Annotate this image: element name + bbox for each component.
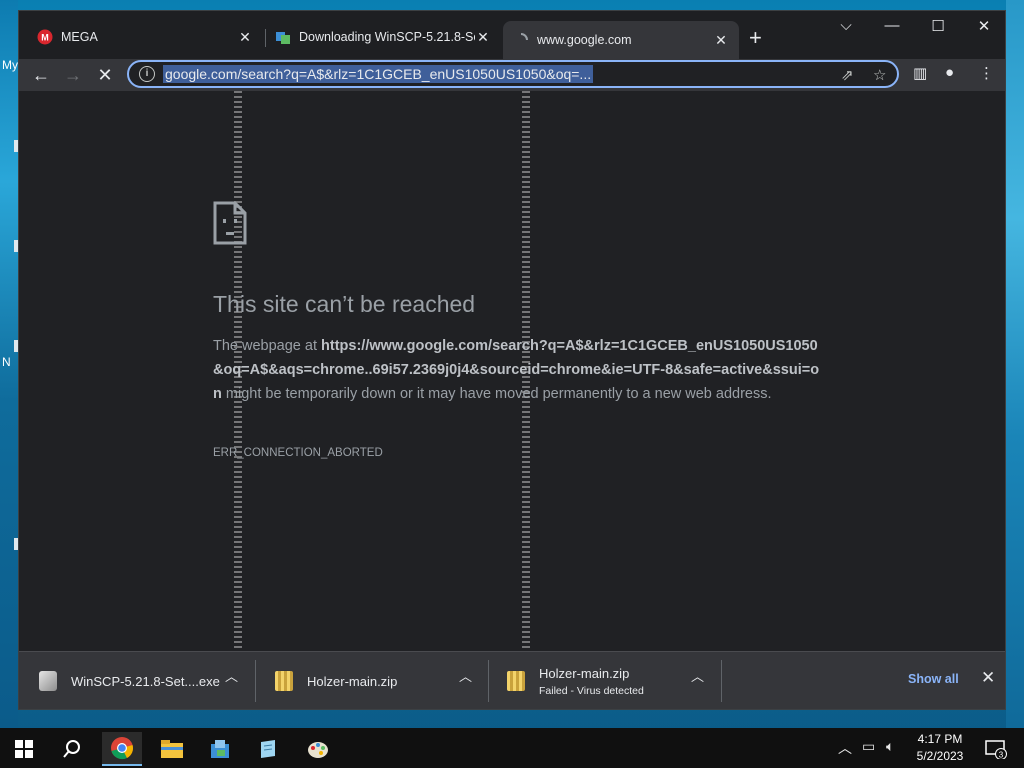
site-info-icon[interactable]: i	[139, 66, 155, 82]
download-shelf: WinSCP-5.21.8-Set....exe ︿ Holzer-main.z…	[19, 651, 1005, 709]
installer-icon	[39, 671, 57, 691]
show-all-button[interactable]: Show all	[908, 672, 959, 686]
download-filename: Holzer-main.zip	[307, 673, 398, 689]
desktop-icon-label[interactable]: N	[2, 355, 11, 369]
mega-logo-icon: M	[37, 29, 53, 45]
file-explorer-icon[interactable]	[152, 732, 192, 766]
browser-window: M MEGA ✕ Downloading WinSCP-5.21.8-Setup…	[18, 10, 1006, 710]
notification-count: 3	[999, 751, 1004, 760]
loading-icon	[513, 32, 529, 48]
url-text[interactable]: google.com/search?q=A$&rlz=1C1GCEB_enUS1…	[163, 65, 594, 83]
forward-arrow-icon[interactable]: →	[61, 63, 85, 87]
windows-start-icon[interactable]	[4, 732, 44, 766]
minimize-icon[interactable]: —	[877, 17, 907, 34]
download-filename: Holzer-main.zip	[539, 665, 630, 681]
installer-app-icon[interactable]	[200, 732, 240, 766]
profile-icon[interactable]: ●	[945, 64, 954, 81]
window-close-icon[interactable]: ✕	[969, 17, 999, 35]
menu-kebab-icon[interactable]: ⋮	[979, 64, 994, 82]
divider	[721, 660, 722, 702]
tab-title: Downloading WinSCP-5.21.8-Setup.exe	[299, 30, 475, 44]
chevron-up-icon[interactable]: ︿	[459, 666, 472, 685]
tab-strip: M MEGA ✕ Downloading WinSCP-5.21.8-Setup…	[19, 11, 1005, 59]
taskbar: ︿ ▭ 🔈︎ 4:17 PM 5/2/2023 3	[0, 728, 1024, 768]
stop-loading-icon[interactable]: ✕	[93, 63, 117, 87]
svg-text:M: M	[41, 33, 49, 43]
download-item[interactable]: Holzer-main.zip Failed - Virus detected	[507, 658, 644, 704]
clock-date: 5/2/2023	[916, 749, 964, 763]
zip-icon	[275, 671, 293, 691]
volume-icon[interactable]: 🔈︎	[886, 738, 894, 755]
chevron-up-icon[interactable]: ︿	[225, 666, 238, 685]
paint-icon[interactable]	[298, 732, 338, 766]
error-desc-suffix: might be temporarily down or it may have…	[221, 386, 772, 402]
download-status: Failed - Virus detected	[539, 684, 644, 697]
error-title: This site can’t be reached	[213, 291, 476, 317]
bookmark-star-icon[interactable]: ☆	[873, 66, 886, 84]
desktop-icon-label[interactable]: My	[2, 58, 18, 72]
tab-search-chevron-icon[interactable]: ⌵	[831, 17, 861, 34]
clock-time: 4:17 PM	[917, 732, 963, 746]
chevron-up-icon[interactable]: ︿	[691, 666, 704, 685]
chrome-icon[interactable]	[102, 732, 142, 766]
tab-title: MEGA	[61, 30, 98, 44]
page-content: This site can’t be reached The webpage a…	[19, 91, 1005, 651]
tab-mega[interactable]: M MEGA ✕	[27, 23, 263, 51]
close-icon[interactable]: ✕	[475, 29, 491, 46]
divider	[255, 660, 256, 702]
search-icon[interactable]	[52, 732, 92, 766]
sad-page-icon	[213, 201, 247, 250]
share-icon[interactable]: ⇗	[841, 66, 854, 84]
download-item[interactable]: Holzer-main.zip	[275, 658, 397, 704]
clock[interactable]: 4:17 PM 5/2/2023	[910, 731, 970, 765]
zip-icon	[507, 671, 525, 691]
error-description: The webpage at https://www.google.com/se…	[213, 334, 823, 406]
close-download-shelf-icon[interactable]: ✕	[981, 668, 995, 688]
winscp-icon	[275, 29, 291, 45]
download-filename: WinSCP-5.21.8-Set....exe	[71, 673, 220, 689]
download-item[interactable]: WinSCP-5.21.8-Set....exe	[39, 658, 220, 704]
error-desc-prefix: The webpage at	[213, 338, 322, 354]
tab-winscp-download[interactable]: Downloading WinSCP-5.21.8-Setup.exe ✕	[265, 23, 501, 51]
network-icon[interactable]: ▭	[862, 738, 875, 755]
new-tab-plus-icon[interactable]: +	[749, 25, 762, 51]
divider	[488, 660, 489, 702]
notification-center-icon[interactable]: 3	[976, 732, 1016, 766]
close-icon[interactable]: ✕	[237, 29, 253, 46]
desktop-background-right	[1006, 0, 1024, 728]
toolbar: ← → ✕ i google.com/search?q=A$&rlz=1C1GC…	[19, 59, 1005, 91]
back-arrow-icon[interactable]: ←	[29, 63, 53, 87]
error-code: ERR_CONNECTION_ABORTED	[213, 447, 383, 459]
close-icon[interactable]: ✕	[713, 32, 729, 49]
tray-chevron-up-icon[interactable]: ︿	[838, 738, 852, 758]
tab-title: www.google.com	[537, 33, 632, 47]
notepad-icon[interactable]	[248, 732, 288, 766]
address-bar[interactable]: i google.com/search?q=A$&rlz=1C1GCEB_enU…	[127, 60, 899, 88]
side-panel-icon[interactable]: ▥	[913, 64, 927, 82]
maximize-icon[interactable]: ☐	[923, 17, 953, 35]
tab-google[interactable]: www.google.com ✕	[503, 21, 739, 59]
